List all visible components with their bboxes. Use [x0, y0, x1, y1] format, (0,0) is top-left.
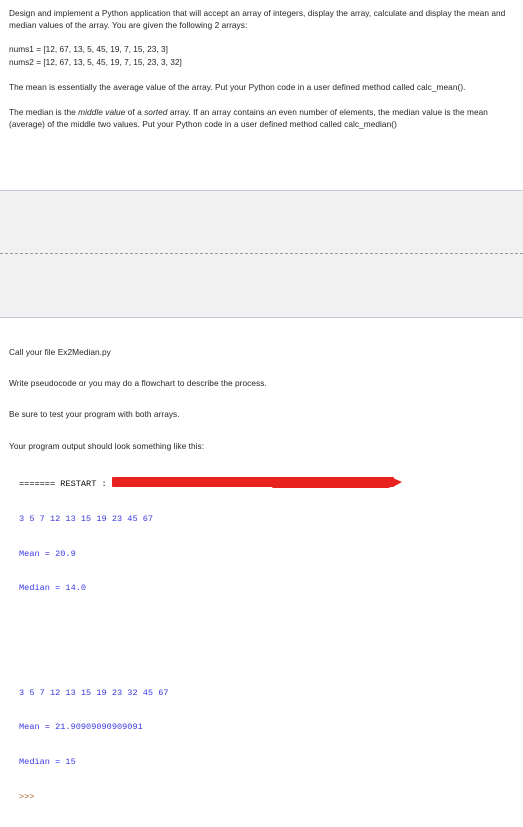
dashed-separator-line: [0, 253, 523, 254]
redaction-mark: [112, 477, 402, 488]
console-run1-array: 3 5 7 12 13 15 19 23 45 67: [19, 513, 154, 524]
console-run2-mean: Mean = 21.90909090909091: [19, 722, 143, 733]
document-page: Design and implement a Python applicatio…: [0, 0, 523, 802]
median-text-part2: of a: [125, 106, 145, 117]
console-restart-line: ======= RESTART :: [19, 477, 513, 491]
console-blank-line-2: [19, 653, 513, 665]
blank-work-area-band: [0, 190, 523, 318]
median-text-part1: The median is the: [9, 106, 79, 117]
console-prompt: >>>: [19, 792, 35, 803]
median-paragraph: The median is the middle value of a sort…: [9, 106, 513, 130]
array-nums1: nums1 = [12, 67, 13, 5, 45, 19, 7, 15, 2…: [9, 44, 168, 55]
console-run1-mean: Mean = 20.9: [19, 548, 76, 559]
console-run2-array: 3 5 7 12 13 15 19 23 32 45 67: [19, 687, 169, 698]
instruction-filename: Call your file Ex2Median.py: [9, 347, 111, 357]
intro-paragraph: Design and implement a Python applicatio…: [9, 8, 506, 31]
console-run1-median: Median = 14.0: [19, 583, 87, 594]
mean-paragraph: The mean is essentially the average valu…: [9, 82, 466, 93]
array-definitions: nums1 = [12, 67, 13, 5, 45, 19, 7, 15, 2…: [9, 43, 513, 69]
median-italic-sorted: sorted: [144, 106, 168, 117]
console-blank-line-1: [19, 618, 513, 630]
assignment-intro-section: Design and implement a Python applicatio…: [0, 0, 523, 130]
instruction-pseudocode: Write pseudocode or you may do a flowcha…: [9, 378, 267, 389]
instruction-output-preview: Your program output should look somethin…: [9, 440, 205, 451]
instruction-test-arrays: Be sure to test your program with both a…: [9, 409, 180, 420]
console-output-block: ======= RESTART : 3 5 7 12 13 15 19 23 4…: [19, 456, 513, 827]
median-italic-middle-value: middle value: [78, 106, 126, 117]
console-run2-median: Median = 15: [19, 757, 76, 768]
console-restart-label: ======= RESTART :: [19, 479, 107, 489]
array-nums2: nums2 = [12, 67, 13, 5, 45, 19, 7, 15, 2…: [9, 57, 182, 68]
assignment-instructions-section: Call your file Ex2Median.py Write pseudo…: [0, 346, 523, 827]
